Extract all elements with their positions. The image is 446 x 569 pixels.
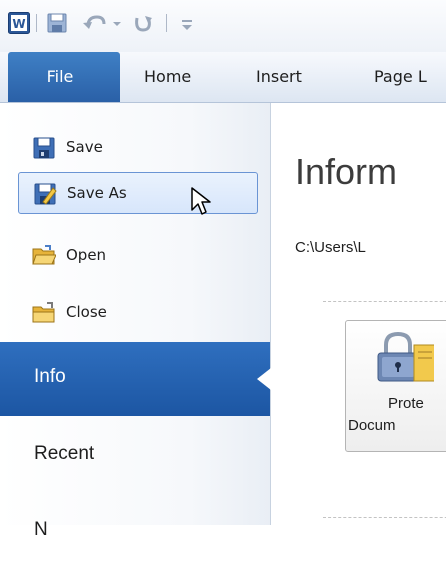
protect-label-line1: Prote xyxy=(388,395,424,412)
tab-home[interactable]: Home xyxy=(144,52,191,102)
save-icon xyxy=(33,137,55,159)
section-info[interactable]: Info xyxy=(0,342,271,416)
backstage-nav: Save Save As Open Close Info Recent N xyxy=(0,103,271,540)
open-folder-icon xyxy=(32,245,56,265)
open-command[interactable]: Open xyxy=(18,235,258,277)
section-recent[interactable]: Recent xyxy=(0,419,270,493)
word-logo-icon[interactable]: W xyxy=(8,12,30,34)
new-label: N xyxy=(34,519,48,540)
divider xyxy=(323,517,446,518)
close-command[interactable]: Close xyxy=(18,292,258,334)
qat-separator xyxy=(36,14,37,32)
save-as-icon xyxy=(34,183,57,205)
close-label: Close xyxy=(66,303,107,321)
tab-insert[interactable]: Insert xyxy=(256,52,302,102)
info-title: Inform xyxy=(295,151,398,192)
save-icon[interactable] xyxy=(46,12,68,34)
undo-icon[interactable] xyxy=(82,12,108,34)
tab-file[interactable]: File xyxy=(8,52,120,102)
divider xyxy=(323,301,446,302)
dropdown-icon[interactable] xyxy=(112,12,122,34)
close-folder-icon xyxy=(32,302,55,323)
lock-icon xyxy=(377,331,434,382)
tab-page-layout[interactable]: Page L xyxy=(374,52,427,102)
selection-notch xyxy=(257,368,271,390)
save-as-label: Save As xyxy=(67,184,127,202)
customize-icon[interactable] xyxy=(180,12,194,34)
qat-separator xyxy=(166,14,167,32)
recent-label: Recent xyxy=(34,443,95,464)
open-label: Open xyxy=(66,246,107,264)
save-label: Save xyxy=(66,138,103,156)
section-new[interactable]: N xyxy=(0,495,270,569)
ribbon-tabs: File Home Insert Page L xyxy=(0,52,446,103)
document-path: C:\Users\L xyxy=(295,239,366,256)
save-as-command[interactable]: Save As xyxy=(18,172,258,214)
redo-icon[interactable] xyxy=(132,12,154,34)
protect-document-button[interactable]: Prote Docum xyxy=(345,320,446,452)
protect-label-line2: Docum xyxy=(348,417,396,434)
info-panel: Inform C:\Users\L Prote Docum xyxy=(271,103,446,525)
tab-file-label: File xyxy=(46,67,74,86)
svg-text:W: W xyxy=(12,17,25,31)
save-command[interactable]: Save xyxy=(18,127,258,169)
quick-access-toolbar: W xyxy=(0,0,446,52)
info-label: Info xyxy=(34,366,66,387)
